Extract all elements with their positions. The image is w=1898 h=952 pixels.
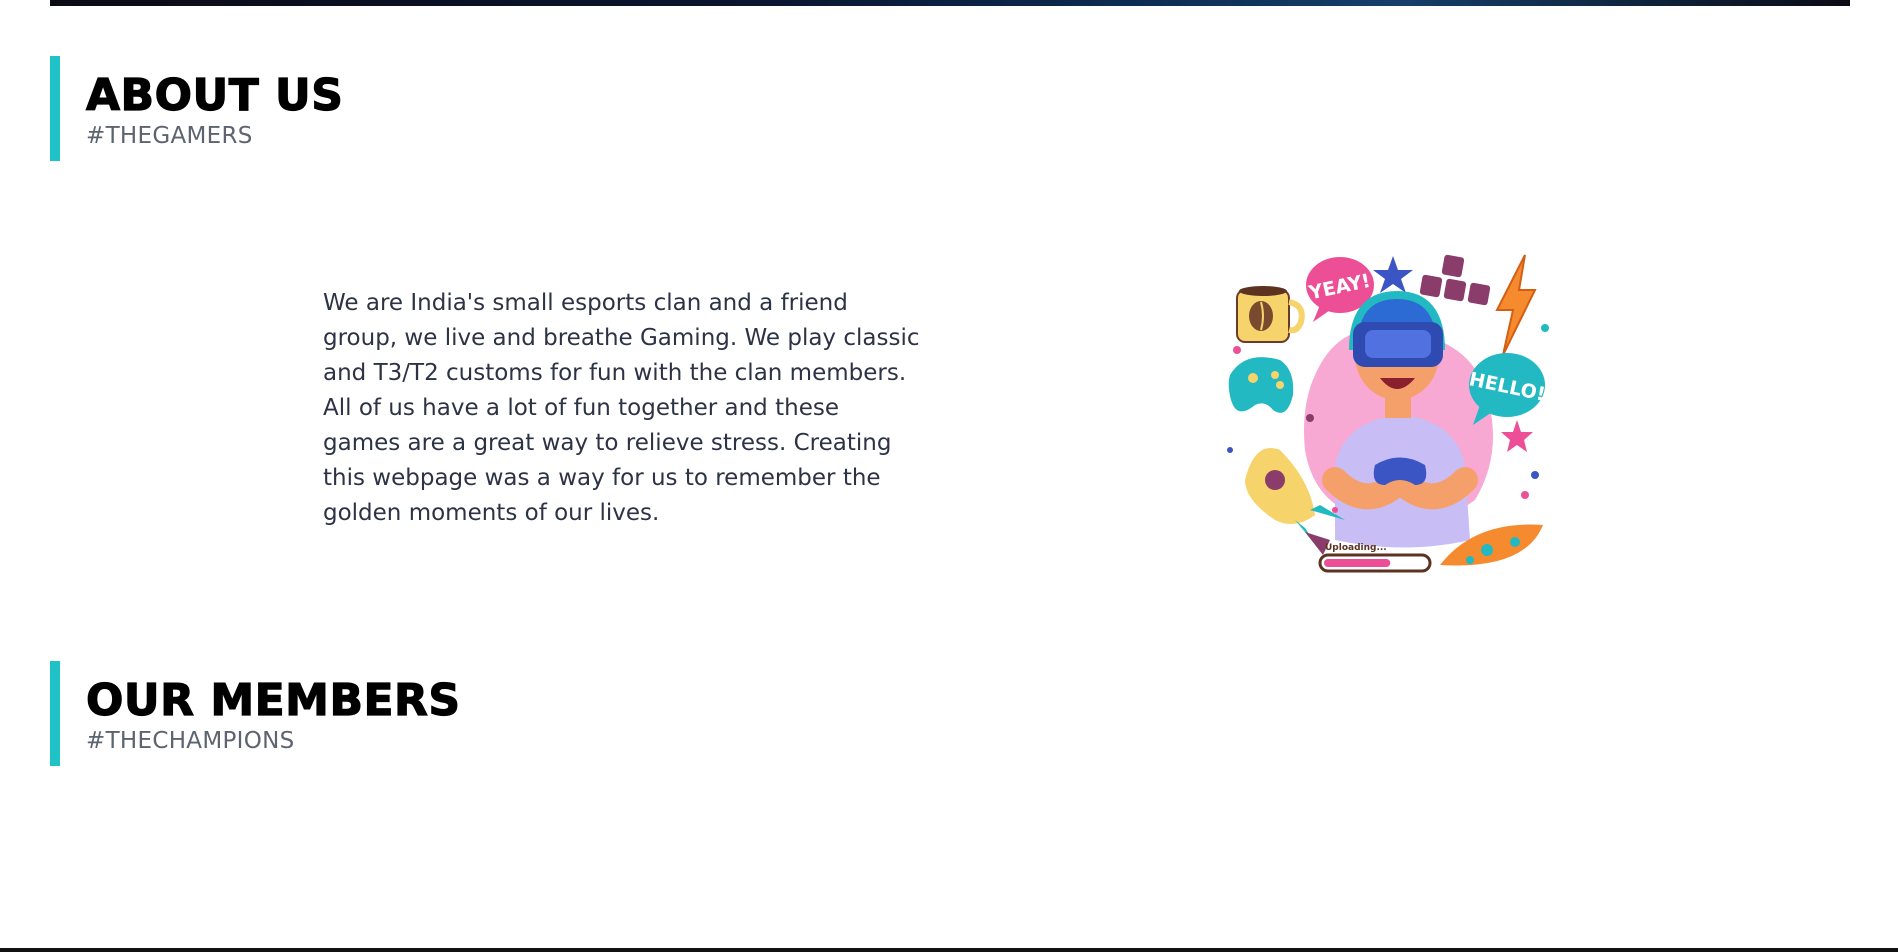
coffee-mug-icon xyxy=(1236,286,1305,343)
about-title: ABOUT US xyxy=(85,69,344,121)
bottom-divider xyxy=(0,948,1898,952)
svg-text:Uploading...: Uploading... xyxy=(1325,543,1387,553)
star-icon xyxy=(1373,256,1413,293)
lightning-icon xyxy=(1495,254,1537,356)
about-section-heading: ABOUT US #THEGAMERS xyxy=(50,56,344,161)
progress-fill xyxy=(1324,559,1391,567)
members-title: OUR MEMBERS xyxy=(85,674,461,726)
about-description: We are India's small esports clan and a … xyxy=(323,290,920,526)
speech-bubble-right: HELLO! xyxy=(1467,353,1547,425)
vr-gamer-illustration: YEAY! HELLO! Uploading... xyxy=(1227,254,1549,573)
members-section-heading: OUR MEMBERS #THECHAMPIONS xyxy=(50,661,461,766)
top-navbar-edge xyxy=(50,0,1850,6)
members-subtitle: #THECHAMPIONS xyxy=(86,728,295,754)
small-star-icon xyxy=(1501,420,1533,452)
about-subtitle: #THEGAMERS xyxy=(86,123,253,149)
page: ABOUT US #THEGAMERS We are India's small… xyxy=(0,0,1898,952)
keyboard-keys-icon xyxy=(1419,254,1491,306)
gamepad-icon xyxy=(1228,357,1294,413)
